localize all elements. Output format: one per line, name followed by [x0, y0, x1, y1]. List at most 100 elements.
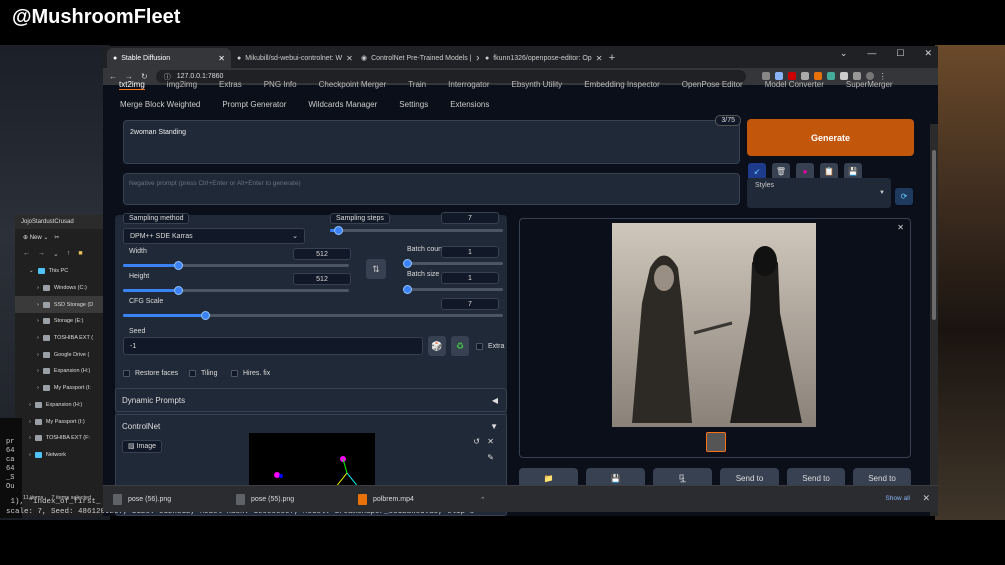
- batch-count-slider[interactable]: [403, 259, 503, 268]
- close-download-bar-icon[interactable]: ✕: [922, 493, 930, 504]
- tree-item-drive[interactable]: › My Passport (I:: [15, 380, 103, 397]
- browser-tab-controlnet-github[interactable]: ● Mikubill/sd-webui-controlnet: W ✕: [231, 48, 355, 68]
- sampling-method-select[interactable]: DPM++ SDE Karras ⌄: [123, 228, 305, 244]
- dynamic-prompts-accordion[interactable]: Dynamic Prompts ◀: [115, 388, 507, 412]
- swap-dimensions-button[interactable]: ⇅: [366, 259, 386, 279]
- tab-wildcards-manager[interactable]: Wildcards Manager: [308, 100, 377, 109]
- tab-txt2img[interactable]: txt2img: [119, 80, 145, 90]
- tab-extras[interactable]: Extras: [219, 80, 242, 90]
- tree-item-drive[interactable]: › My Passport (I:): [15, 413, 103, 430]
- cfg-scale-slider[interactable]: [123, 311, 503, 320]
- tree-item-drive[interactable]: › Expansion (H:): [15, 363, 103, 380]
- close-icon[interactable]: ✕: [487, 437, 494, 447]
- extension-icon[interactable]: [787, 72, 796, 80]
- page-scrollbar[interactable]: [930, 124, 938, 516]
- negative-prompt-input[interactable]: Negative prompt (press Ctrl+Enter or Alt…: [123, 173, 740, 205]
- minimize-icon[interactable]: —: [867, 48, 876, 59]
- tab-settings[interactable]: Settings: [399, 100, 428, 109]
- chevron-up-icon[interactable]: ⌃: [480, 496, 486, 504]
- tree-item-drive[interactable]: › SSD Storage (D: [15, 296, 103, 314]
- tab-model-converter[interactable]: Model Converter: [765, 80, 824, 90]
- gallery-thumbnail[interactable]: [706, 432, 726, 452]
- generated-image[interactable]: [612, 223, 816, 427]
- download-item[interactable]: pose (55).png⌃: [236, 491, 366, 508]
- bookmark-star-icon[interactable]: [774, 72, 783, 80]
- close-gallery-icon[interactable]: ✕: [897, 223, 904, 232]
- tree-item-drive[interactable]: › TOSHIBA EXT (: [15, 330, 103, 347]
- sidebar-icon[interactable]: [852, 72, 861, 80]
- close-tab-icon[interactable]: ✕: [346, 54, 353, 63]
- controlnet-image-tab[interactable]: ▨ Image: [122, 440, 163, 453]
- forward-icon[interactable]: →: [38, 250, 45, 260]
- tab-merge-block-weighted[interactable]: Merge Block Weighted: [120, 100, 200, 109]
- extension-icon[interactable]: [826, 72, 835, 80]
- browser-tab-openpose-editor[interactable]: ● fkunn1326/openpose-editor: Op ✕: [479, 48, 603, 68]
- tiling-checkbox[interactable]: Tiling: [189, 370, 217, 377]
- random-seed-button[interactable]: 🎲: [428, 336, 446, 356]
- batch-count-input[interactable]: 1: [441, 246, 499, 258]
- download-item[interactable]: pose (56).png⌃: [113, 491, 243, 508]
- tree-item-drive[interactable]: › TOSHIBA EXT (F:: [15, 430, 103, 447]
- width-input[interactable]: 512: [293, 248, 351, 260]
- close-window-icon[interactable]: ✕: [924, 48, 932, 59]
- reuse-seed-button[interactable]: ♻: [451, 336, 469, 356]
- tab-checkpoint-merger[interactable]: Checkpoint Merger: [319, 80, 387, 90]
- show-all-link[interactable]: Show all: [885, 495, 910, 502]
- height-input[interactable]: 512: [293, 273, 351, 285]
- tab-prompt-generator[interactable]: Prompt Generator: [222, 100, 286, 109]
- tree-item-network[interactable]: › Network: [15, 447, 103, 464]
- cut-icon[interactable]: ✂: [54, 234, 59, 242]
- extension-icon[interactable]: [813, 72, 822, 80]
- back-icon[interactable]: ←: [109, 72, 117, 81]
- up-icon[interactable]: ↑: [67, 250, 71, 260]
- tab-png-info[interactable]: PNG Info: [264, 80, 297, 90]
- rotate-icon[interactable]: ↺: [473, 437, 480, 447]
- edit-icon[interactable]: ✎: [487, 453, 494, 463]
- styles-dropdown[interactable]: Styles ▼: [747, 178, 891, 208]
- sampling-steps-slider[interactable]: [330, 226, 503, 235]
- refresh-styles-button[interactable]: ⟳: [895, 188, 913, 205]
- profile-icon[interactable]: [865, 72, 874, 80]
- height-slider[interactable]: [123, 286, 349, 295]
- tab-train[interactable]: Train: [408, 80, 426, 90]
- browser-tab-controlnet-models[interactable]: ◉ ControlNet Pre-Trained Models | ✕: [355, 48, 479, 68]
- batch-size-input[interactable]: 1: [441, 272, 499, 284]
- tree-item-drive[interactable]: › Windows (C:): [15, 280, 103, 297]
- tree-item-this-pc[interactable]: ⌄ This PC: [15, 263, 103, 280]
- tab-supermerger[interactable]: SuperMerger: [846, 80, 893, 90]
- scrollbar-thumb[interactable]: [932, 150, 936, 320]
- generate-button[interactable]: Generate: [747, 119, 914, 156]
- download-item[interactable]: polbrem.mp4 ⌃: [358, 491, 486, 508]
- extension-icon[interactable]: [800, 72, 809, 80]
- tab-embedding-inspector[interactable]: Embedding Inspector: [584, 80, 660, 90]
- new-button[interactable]: ⊕ New ⌄: [23, 234, 48, 242]
- tree-item-drive[interactable]: › Storage (E:): [15, 313, 103, 330]
- width-slider[interactable]: [123, 261, 349, 270]
- tab-extensions[interactable]: Extensions: [450, 100, 489, 109]
- hires-fix-checkbox[interactable]: Hires. fix: [231, 370, 270, 377]
- browser-tab-stable-diffusion[interactable]: ● Stable Diffusion ✕: [107, 48, 231, 68]
- puzzle-icon[interactable]: [839, 72, 848, 80]
- tab-img2img[interactable]: img2img: [167, 80, 197, 90]
- sampling-steps-input[interactable]: 7: [441, 212, 499, 224]
- close-tab-icon[interactable]: ✕: [596, 54, 603, 63]
- seed-input[interactable]: -1: [123, 337, 423, 355]
- share-icon[interactable]: [761, 72, 770, 80]
- close-tab-icon[interactable]: ✕: [218, 54, 225, 63]
- tree-item-drive[interactable]: › Expansion (H:): [15, 397, 103, 414]
- tree-item-drive[interactable]: › Google Drive (: [15, 346, 103, 363]
- maximize-icon[interactable]: ☐: [896, 48, 904, 59]
- recent-icon[interactable]: ⌄: [53, 250, 59, 260]
- tab-ebsynth-utility[interactable]: Ebsynth Utility: [512, 80, 563, 90]
- new-tab-button[interactable]: +: [603, 48, 621, 68]
- cfg-scale-input[interactable]: 7: [441, 298, 499, 310]
- tab-openpose-editor[interactable]: OpenPose Editor: [682, 80, 743, 90]
- prompt-input[interactable]: 2woman Standing 3/75: [123, 115, 741, 164]
- extra-seed-checkbox[interactable]: Extra: [476, 343, 504, 350]
- back-icon[interactable]: ←: [23, 250, 30, 260]
- controlnet-pose-image[interactable]: [249, 433, 375, 494]
- tab-search-icon[interactable]: ⌄: [840, 48, 848, 59]
- restore-faces-checkbox[interactable]: Restore faces: [123, 370, 178, 377]
- batch-size-slider[interactable]: [403, 285, 503, 294]
- tab-interrogator[interactable]: Interrogator: [448, 80, 489, 90]
